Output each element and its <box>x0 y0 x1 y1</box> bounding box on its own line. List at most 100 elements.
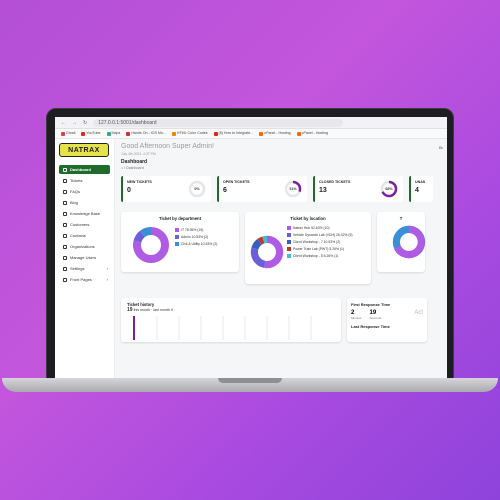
panel-title: Ticket by location <box>290 216 326 221</box>
app: NATRAX Dashboard Tickets FAQs Blog Knowl… <box>55 139 447 381</box>
sidebar-item-label: Manage Users <box>70 255 97 260</box>
svg-text:31%: 31% <box>289 187 297 191</box>
sidebar-item-front-pages[interactable]: Front Pages › <box>59 275 110 284</box>
breadcrumb[interactable]: ⌂ / Dashboard <box>121 166 441 170</box>
sidebar-item-label: Dashboard <box>70 167 91 172</box>
sidebar-item-label: FAQs <box>70 189 81 194</box>
legend-item: IT 78.95% (15) <box>175 226 217 233</box>
sidebar-item-faqs[interactable]: FAQs <box>59 187 110 196</box>
bookmark[interactable]: (8) How to Integrate... <box>213 131 253 136</box>
logo[interactable]: NATRAX <box>59 143 109 157</box>
sidebar-item-dashboard[interactable]: Dashboard <box>59 165 110 174</box>
charts-row: Ticket by department IT 78.95% (15) Admi… <box>121 212 441 284</box>
third-donut <box>392 225 426 259</box>
ticket-icon <box>63 178 67 183</box>
stat-ring: 68% <box>380 180 398 198</box>
url-field[interactable]: 127.0.0.1:5001/dashboard <box>93 118 344 127</box>
stat-cards: NEW TICKETS 0 0% OPEN TICKETS 6 31% CLOS… <box>121 176 441 202</box>
sidebar: NATRAX Dashboard Tickets FAQs Blog Knowl… <box>55 139 115 381</box>
legend-item: Client Workshop - 7 10.53% (2) <box>287 238 353 245</box>
legend-item: Power Train Lab (PWT) 5.26% (1) <box>287 245 353 252</box>
sidebar-item-blog[interactable]: Blog <box>59 198 110 207</box>
back-icon[interactable]: ← <box>61 120 66 126</box>
ticket-history-panel: Ticket history 19 this month · last mont… <box>121 298 341 342</box>
address-bar: ← → ↻ 127.0.0.1:5001/dashboard <box>55 117 447 129</box>
stat-card-open[interactable]: OPEN TICKETS 6 31% <box>217 176 307 202</box>
forward-icon[interactable]: → <box>72 120 77 126</box>
sidebar-item-organizations[interactable]: Organizations <box>59 242 110 251</box>
bookmark[interactable]: cPanel - Hosting <box>259 131 291 136</box>
chevron-right-icon: › <box>106 277 108 282</box>
stat-card-new[interactable]: NEW TICKETS 0 0% <box>121 176 211 202</box>
sidebar-item-settings[interactable]: Settings › <box>59 264 110 273</box>
bookmarks-bar: Gmail YouTube Maps Hands On - IOS Mo... … <box>55 129 447 139</box>
location-chart-panel: Ticket by location Natrax Hub 52.63% (10… <box>245 212 371 284</box>
stat-card-unassigned[interactable]: UNAS 4 <box>409 176 433 202</box>
sidebar-item-label: Blog <box>70 200 79 205</box>
faq-icon <box>63 189 67 194</box>
page-icon <box>63 277 67 282</box>
stat-label: UNAS <box>415 180 426 184</box>
last-response-title: Last Response Time <box>351 324 390 329</box>
location-donut <box>250 235 284 269</box>
stat-card-closed[interactable]: CLOSED TICKETS 13 68% <box>313 176 403 202</box>
sidebar-item-customers[interactable]: Customers <box>59 220 110 229</box>
bookmark[interactable]: HTML Color Codes <box>171 131 208 136</box>
bookmark[interactable]: Hands On - IOS Mo... <box>126 131 166 136</box>
sidebar-item-label: Tickets <box>70 178 83 183</box>
sidebar-item-label: Settings <box>70 266 85 271</box>
bookmark[interactable]: Gmail <box>61 131 75 136</box>
sidebar-item-manage-users[interactable]: Manage Users <box>59 253 110 262</box>
building-icon <box>63 244 67 249</box>
bookmark[interactable]: YouTube <box>81 131 101 136</box>
svg-text:68%: 68% <box>385 187 393 191</box>
blog-icon <box>63 200 67 205</box>
response-time-panel: First Response Time 2 Minutes 19 Seconds A… <box>347 298 427 342</box>
laptop-notch <box>218 378 282 383</box>
date-time: July 4th 2024, 4:37 PM <box>121 152 156 156</box>
sidebar-item-label: Contacts <box>70 233 86 238</box>
laptop-lid: ← → ↻ 127.0.0.1:5001/dashboard Gmail You… <box>46 108 454 382</box>
dashboard-icon <box>63 167 67 172</box>
user-icon <box>63 222 67 227</box>
first-response-values: 2 Minutes 19 Seconds Act <box>351 310 423 320</box>
first-response-title: First Response Time <box>351 302 391 307</box>
sidebar-item-label: Customers <box>70 222 90 227</box>
screen: ← → ↻ 127.0.0.1:5001/dashboard Gmail You… <box>55 117 447 381</box>
department-legend: IT 78.95% (15) Admin 10.53% (2) Civil & … <box>175 226 217 247</box>
bookmark[interactable]: Maps <box>106 131 120 136</box>
page-title: Dashboard <box>121 159 148 165</box>
sidebar-item-tickets[interactable]: Tickets <box>59 176 110 185</box>
chevron-right-icon: › <box>106 266 108 271</box>
third-chart-panel: T <box>377 212 426 272</box>
department-donut <box>133 227 169 263</box>
reload-icon[interactable]: ↻ <box>83 120 87 126</box>
legend-item: Admin 10.53% (2) <box>175 233 217 240</box>
stat-value: 4 <box>415 187 419 194</box>
panel-title: T <box>399 216 403 221</box>
sidebar-item-label: Knowledge Base <box>70 211 101 216</box>
gear-icon <box>63 266 67 271</box>
stat-ring: 31% <box>284 180 302 198</box>
sidebar-nav: Dashboard Tickets FAQs Blog Knowledge Ba… <box>59 165 110 284</box>
location-legend: Natrax Hub 52.63% (10) Vehicle Dynamic L… <box>287 224 353 259</box>
bookmark[interactable]: cPanel - Hosting <box>296 131 328 136</box>
sidebar-item-label: Front Pages <box>70 277 92 282</box>
legend-item: Civil & Utility 10.53% (2) <box>175 240 217 247</box>
sidebar-item-knowledge-base[interactable]: Knowledge Base <box>59 209 110 218</box>
sidebar-item-label: Organizations <box>70 244 95 249</box>
bottom-row: Ticket history 19 this month · last mont… <box>121 298 441 342</box>
department-chart-panel: Ticket by department IT 78.95% (15) Admi… <box>121 212 239 272</box>
history-chart <box>133 316 312 340</box>
contact-icon <box>63 233 67 238</box>
language-switch[interactable]: Br <box>439 145 443 150</box>
history-summary: 19 this month · last month 0 <box>127 307 173 313</box>
stat-ring: 0% <box>188 180 206 198</box>
users-icon <box>63 255 67 260</box>
sidebar-item-contacts[interactable]: Contacts <box>59 231 110 240</box>
greeting: Good Afternoon Super Admin! <box>121 143 215 150</box>
legend-item: Client Workshop - 5 5.26% (1) <box>287 252 353 259</box>
panel-title: Ticket by department <box>158 216 202 221</box>
book-icon <box>63 211 67 216</box>
legend-item: Vehicle Dynamic Lab (VDH) 26.32% (5) <box>287 231 353 238</box>
